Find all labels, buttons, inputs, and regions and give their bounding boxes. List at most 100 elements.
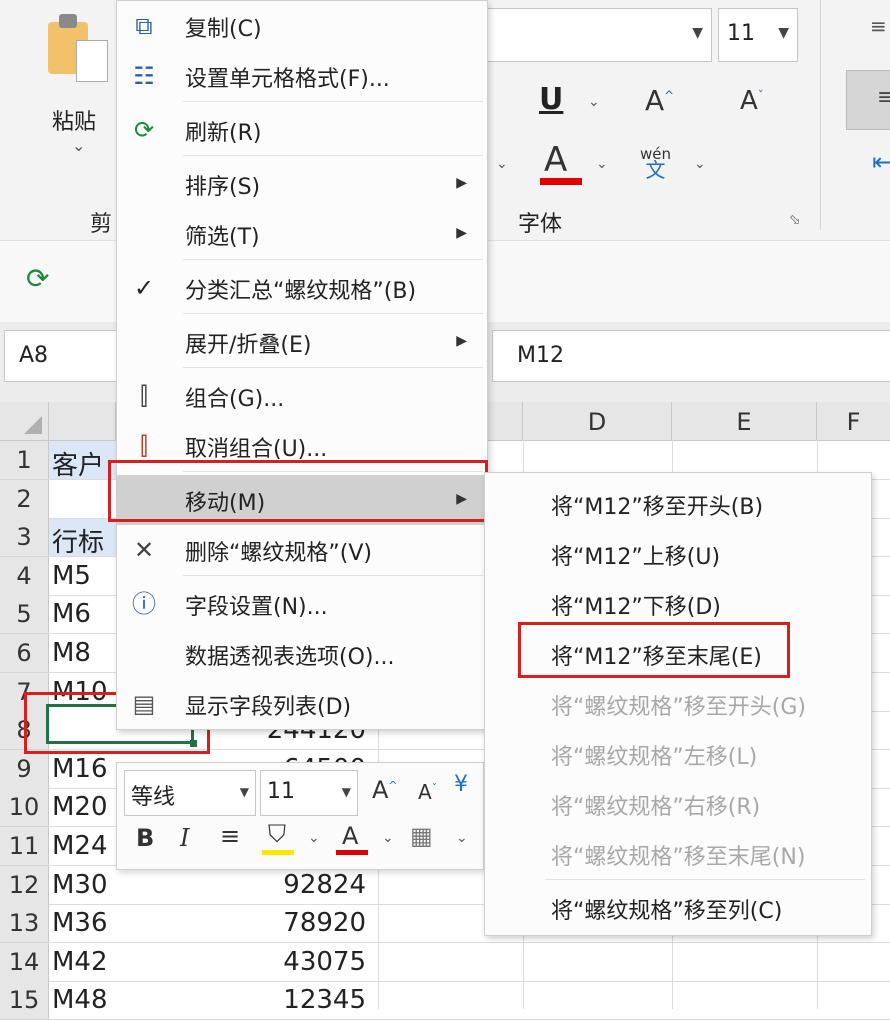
menu-item-pivot-options[interactable]: 数据透视表选项(O)... <box>117 629 487 679</box>
cell-a[interactable]: M30 <box>52 870 108 900</box>
row-header[interactable]: 1 <box>0 441 49 480</box>
submenu-item-field-left: 将“螺纹规格”左移(L) <box>485 727 871 777</box>
mini-borders-chevron-down-icon[interactable]: ⌄ <box>456 830 468 846</box>
formula-input[interactable]: M12 <box>492 330 890 382</box>
cell-a[interactable]: M8 <box>52 638 91 668</box>
align-center-button[interactable]: ≡ <box>846 70 890 130</box>
font-color-chevron-down-icon[interactable]: ⌄ <box>596 156 608 172</box>
menu-item-remove[interactable]: ✕ 删除“螺纹规格”(V) <box>117 525 487 575</box>
decrease-font-size-button[interactable]: Aˇ <box>740 86 764 116</box>
increase-font-size-button[interactable]: A^ <box>645 84 674 117</box>
menu-divider <box>183 101 483 102</box>
paste-icon[interactable] <box>48 14 108 90</box>
mini-font-color-chevron-down-icon[interactable]: ⌄ <box>382 830 394 846</box>
menu-item-sort[interactable]: 排序(S) ▶ <box>117 159 487 209</box>
row-header[interactable]: 15 <box>0 981 49 1020</box>
cell-a[interactable]: 行标 <box>52 522 104 559</box>
mini-borders-icon[interactable]: ▦ <box>410 822 433 850</box>
menu-divider <box>183 259 483 260</box>
submenu-item-move-down[interactable]: 将“M12”下移(D) <box>485 577 871 627</box>
column-header-c[interactable] <box>486 402 523 441</box>
font-color-button[interactable]: A <box>540 140 582 185</box>
cell-a[interactable]: M6 <box>52 599 91 629</box>
cell-a[interactable]: M48 <box>52 985 108 1015</box>
mini-fill-chevron-down-icon[interactable]: ⌄ <box>308 830 320 846</box>
underline-chevron-down-icon[interactable]: ⌄ <box>588 94 600 110</box>
menu-item-subtotal[interactable]: ✓ 分类汇总“螺纹规格”(B) <box>117 263 487 313</box>
menu-item-format-cells[interactable]: ☷ 设置单元格格式(F)... <box>117 51 487 101</box>
formula-value: M12 <box>517 343 564 368</box>
column-header-e[interactable]: E <box>672 402 817 441</box>
format-cells-icon: ☷ <box>133 62 155 90</box>
row-header[interactable]: 4 <box>0 557 49 596</box>
border-chevron-down-icon[interactable]: ⌄ <box>496 156 508 172</box>
checkmark-icon: ✓ <box>133 274 155 302</box>
submenu-item-field-to-columns[interactable]: 将“螺纹规格”移至列(C) <box>485 881 871 931</box>
phonetic-bottom-text: 文 <box>645 158 666 182</box>
mini-grow-font-button[interactable]: A^ <box>372 776 398 804</box>
cell-a[interactable]: M20 <box>52 792 108 822</box>
menu-item-filter[interactable]: 筛选(T) ▶ <box>117 209 487 259</box>
row-header[interactable]: 5 <box>0 595 49 634</box>
font-color-swatch <box>540 178 582 185</box>
menu-item-expand-collapse[interactable]: 展开/折叠(E) ▶ <box>117 317 487 367</box>
row-header[interactable]: 14 <box>0 943 49 982</box>
select-all-corner[interactable] <box>0 402 49 441</box>
menu-item-group[interactable]: ⫿ 组合(G)... <box>117 371 487 421</box>
ribbon-font-name-select[interactable]: ▼ <box>485 8 712 62</box>
ungroup-icon: ⫿ <box>140 432 148 460</box>
align-top-icon[interactable]: ≡ <box>870 14 887 38</box>
mini-fill-color-icon[interactable]: ⛉ <box>268 820 286 848</box>
column-header-f[interactable]: F <box>817 402 890 441</box>
menu-item-field-settings[interactable]: ⓘ 字段设置(N)... <box>117 579 487 629</box>
mini-font-size-select[interactable]: 11 ▼ <box>260 770 358 816</box>
mini-bold-button[interactable]: B <box>136 824 154 852</box>
row-header[interactable]: 2 <box>0 480 49 519</box>
ribbon-font-size-select[interactable]: 11 ▼ <box>718 8 798 62</box>
phonetic-chevron-down-icon[interactable]: ⌄ <box>694 156 706 172</box>
row-header[interactable]: 10 <box>0 788 49 827</box>
cell-a[interactable]: M42 <box>52 947 108 977</box>
cell-a[interactable]: 客户 <box>52 445 104 482</box>
mini-font-name-select[interactable]: 等线 ▼ <box>124 770 256 816</box>
row-header[interactable]: 12 <box>0 866 49 905</box>
mini-italic-button[interactable]: I <box>180 824 189 852</box>
cell-a[interactable]: M36 <box>52 908 108 938</box>
dialog-launcher-icon[interactable]: ⬂ <box>789 212 801 228</box>
mini-accounting-format-icon[interactable]: ¥ <box>454 772 468 797</box>
menu-item-field-list[interactable]: ▤ 显示字段列表(D) <box>117 679 487 729</box>
phonetic-guide-button[interactable]: wén 文 <box>640 146 671 182</box>
row-header[interactable]: 13 <box>0 904 49 943</box>
gridline <box>48 981 890 982</box>
paste-chevron-down-icon[interactable]: ⌄ <box>72 136 85 155</box>
cell-b[interactable]: 78920 <box>200 908 366 938</box>
submenu-item-move-to-beginning[interactable]: 将“M12”移至开头(B) <box>485 477 871 527</box>
underline-button[interactable]: U <box>539 82 563 117</box>
cell-b[interactable]: 12345 <box>200 985 366 1015</box>
mini-font-color-button[interactable]: A <box>342 822 358 850</box>
chevron-down-icon: ▼ <box>692 25 703 41</box>
menu-item-refresh[interactable]: ⟳ 刷新(R) <box>117 105 487 155</box>
cell-b[interactable]: 92824 <box>200 870 366 900</box>
mini-center-align-icon[interactable]: ≡ <box>220 822 240 850</box>
row-header[interactable]: 9 <box>0 750 49 789</box>
paste-button-label[interactable]: 粘贴 <box>52 104 96 136</box>
column-header-d[interactable]: D <box>523 402 672 441</box>
menu-item-label: 显示字段列表(D) <box>185 695 352 720</box>
name-box[interactable]: A8 <box>4 330 120 382</box>
row-header[interactable]: 6 <box>0 634 49 673</box>
submenu-item-move-up[interactable]: 将“M12”上移(U) <box>485 527 871 577</box>
highlight-box-move <box>108 460 488 522</box>
cell-a[interactable]: M24 <box>52 831 108 861</box>
row-header[interactable]: 3 <box>0 518 49 557</box>
refresh-all-icon[interactable]: ⟳ <box>26 262 49 295</box>
mini-shrink-font-button[interactable]: Aˇ <box>418 780 437 804</box>
column-header-a[interactable] <box>49 402 116 441</box>
menu-item-copy[interactable]: ⧉ 复制(C) <box>117 1 487 51</box>
shrink-font-label: A <box>740 86 758 116</box>
decrease-indent-icon[interactable]: ⇤ <box>872 148 890 176</box>
row-header[interactable]: 11 <box>0 827 49 866</box>
cell-a[interactable]: M16 <box>52 754 108 784</box>
cell-a[interactable]: M5 <box>52 561 91 591</box>
cell-b[interactable]: 43075 <box>200 947 366 977</box>
